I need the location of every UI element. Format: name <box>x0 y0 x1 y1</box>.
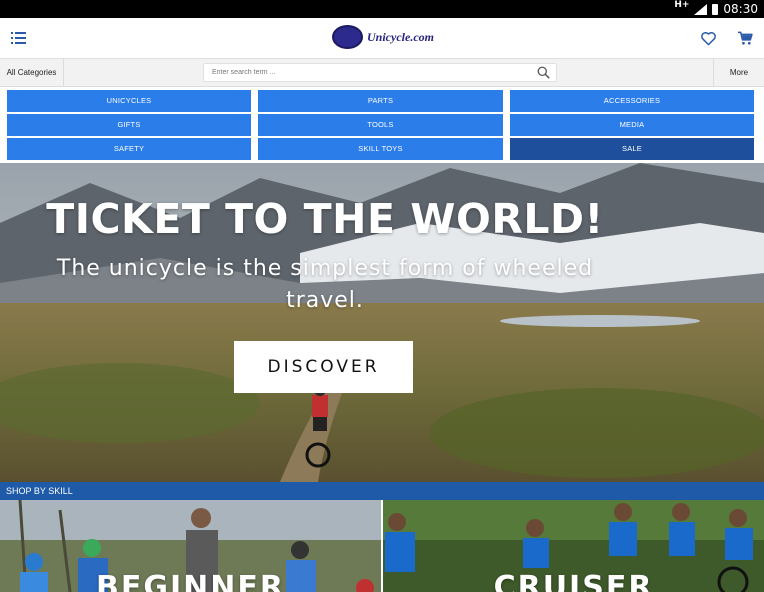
category-skill-toys[interactable]: SKILL TOYS <box>258 138 503 160</box>
heart-icon[interactable] <box>700 31 717 46</box>
skill-tile-label: CRUISER <box>493 570 654 592</box>
list-menu-icon[interactable] <box>11 32 26 44</box>
search-row: All Categories More <box>0 59 764 87</box>
status-bar: H+ 08:30 <box>0 0 764 18</box>
battery-icon <box>712 3 719 15</box>
logo-text: Unicycle.com <box>367 29 434 44</box>
shop-by-skill-heading: SHOP BY SKILL <box>0 482 764 500</box>
hero-banner: TICKET TO THE WORLD! The unicycle is the… <box>0 163 764 482</box>
search-icon[interactable] <box>537 66 550 79</box>
all-categories-button[interactable]: All Categories <box>0 59 64 86</box>
signal-icon <box>694 3 708 15</box>
network-type: H+ <box>674 0 690 10</box>
category-safety[interactable]: SAFETY <box>7 138 251 160</box>
hero-subtitle: The unicycle is the simplest form of whe… <box>56 256 594 313</box>
category-grid: UNICYCLES PARTS ACCESSORIES GIFTS TOOLS … <box>0 87 764 163</box>
more-button[interactable]: More <box>713 59 764 86</box>
category-media[interactable]: MEDIA <box>510 114 754 136</box>
clock: 08:30 <box>723 2 758 16</box>
category-sale[interactable]: SALE <box>510 138 754 160</box>
discover-button[interactable]: DISCOVER <box>234 341 413 393</box>
category-accessories[interactable]: ACCESSORIES <box>510 90 754 112</box>
skill-tile-beginner[interactable]: BEGINNER <box>0 500 381 592</box>
hero-title: TICKET TO THE WORLD! <box>46 195 604 243</box>
unicyclist-logo-icon <box>332 25 363 49</box>
category-gifts[interactable]: GIFTS <box>7 114 251 136</box>
category-unicycles[interactable]: UNICYCLES <box>7 90 251 112</box>
search-input[interactable] <box>204 64 524 81</box>
app-header: Unicycle.com <box>0 18 764 59</box>
category-parts[interactable]: PARTS <box>258 90 503 112</box>
skill-tile-label: BEGINNER <box>96 570 285 592</box>
search-box <box>203 63 557 82</box>
category-tools[interactable]: TOOLS <box>258 114 503 136</box>
skill-tile-cruiser[interactable]: CRUISER <box>383 500 764 592</box>
site-logo[interactable]: Unicycle.com <box>332 25 434 49</box>
shopping-cart-icon[interactable] <box>737 31 754 46</box>
skill-tiles: BEGINNER CRUISER <box>0 500 764 592</box>
